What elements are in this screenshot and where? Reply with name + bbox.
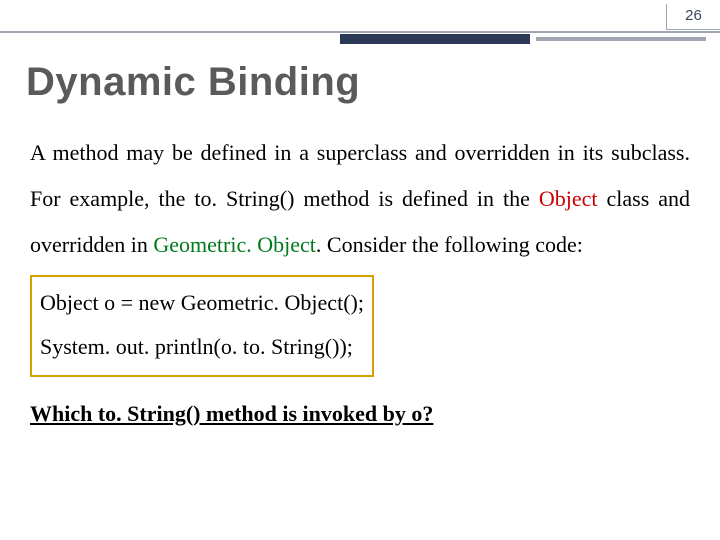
question-text: Which to. String() method is invoked by … <box>30 391 690 437</box>
page-number: 26 <box>685 7 702 24</box>
slide-title: Dynamic Binding <box>26 60 360 105</box>
code-line-1: Object o = new Geometric. Object(); <box>40 281 364 325</box>
paragraph-main: A method may be defined in a superclass … <box>30 130 690 269</box>
divider-accent <box>340 34 530 44</box>
divider-right <box>536 37 706 41</box>
code-box: Object o = new Geometric. Object(); Syst… <box>30 275 374 377</box>
slide-body: A method may be defined in a superclass … <box>30 130 690 437</box>
code-line-2: System. out. println(o. to. String()); <box>40 325 364 369</box>
slide: 26 Dynamic Binding A method may be defin… <box>0 0 720 540</box>
divider-top <box>0 31 720 33</box>
text-segment: . Consider the following code: <box>316 232 583 257</box>
page-number-box: 26 <box>666 4 720 30</box>
keyword-object: Object <box>539 186 598 211</box>
keyword-geometric-object: Geometric. Object <box>153 232 316 257</box>
